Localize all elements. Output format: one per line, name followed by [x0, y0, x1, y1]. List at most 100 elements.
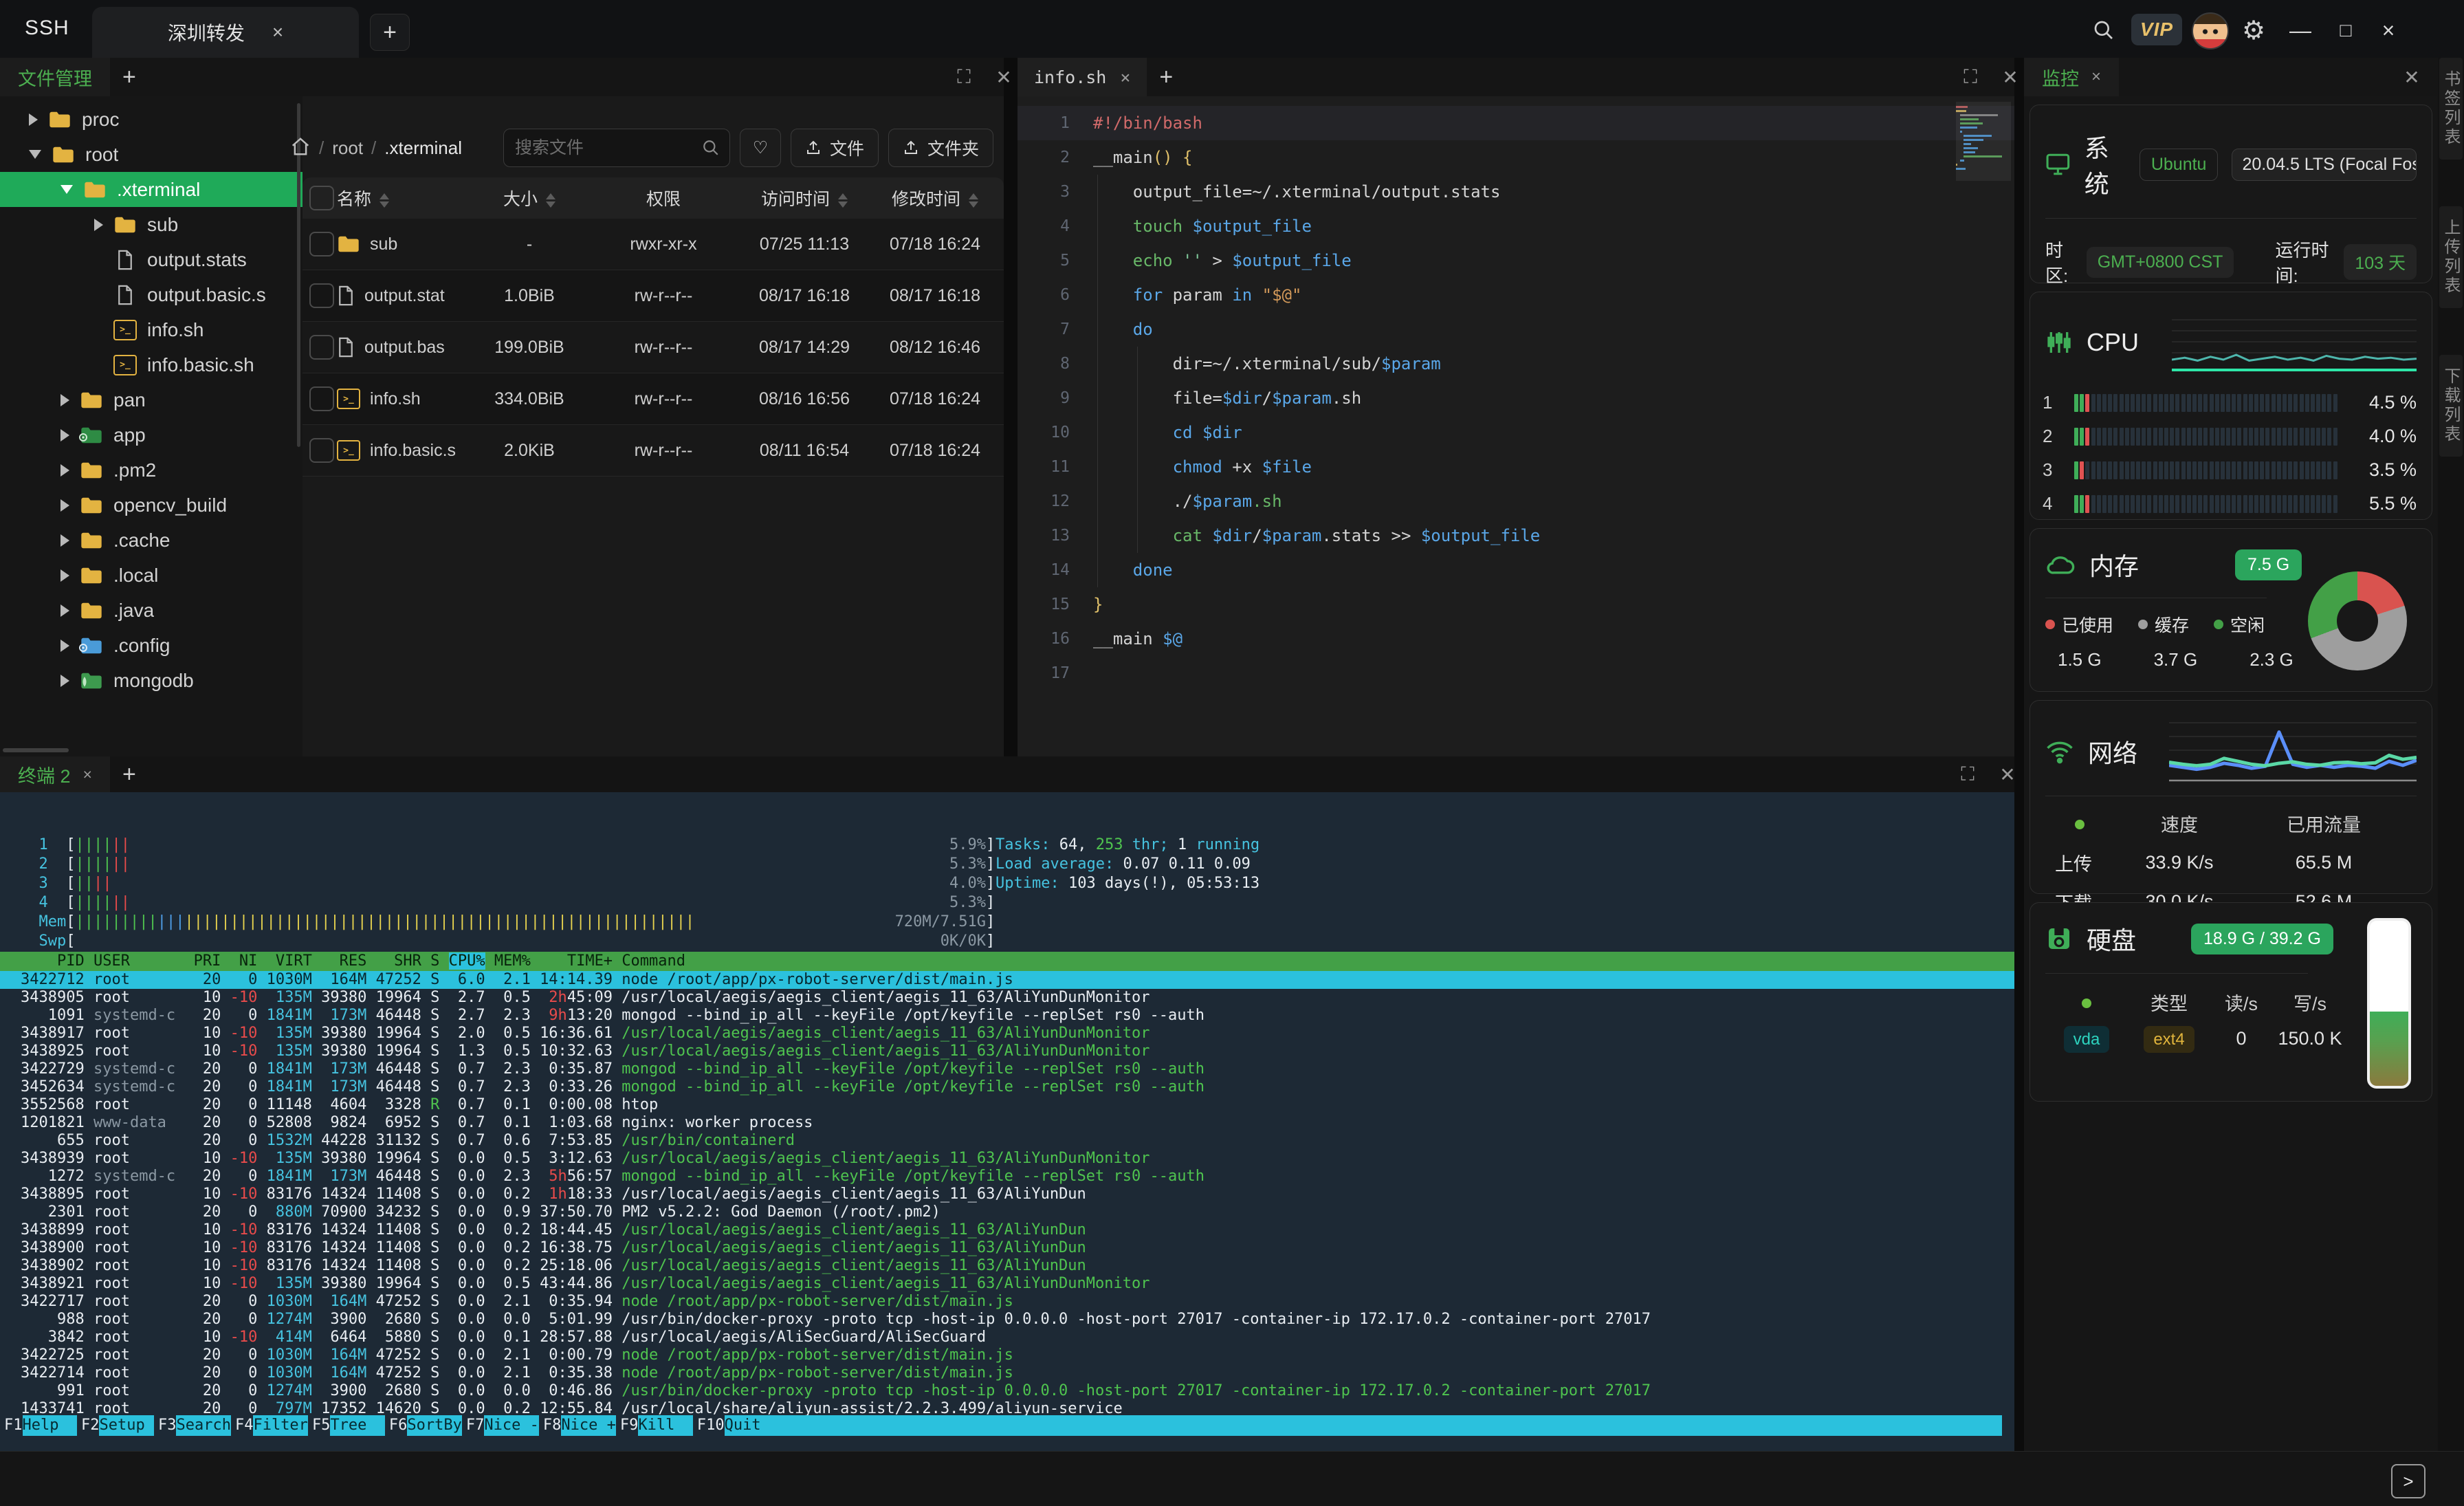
htop-col-user[interactable]: USER [94, 952, 184, 970]
fkey-F9[interactable]: F9 [616, 1415, 639, 1436]
table-row-info.basic.s[interactable]: >_info.basic.s2.0KiBrw-r--r--08/11 16:54… [302, 425, 1004, 477]
fkey-label-F2[interactable]: Setup [99, 1415, 153, 1436]
tree-horizontal-scrollbar[interactable] [3, 748, 69, 752]
tab-bookmark-list[interactable]: 书签列表 [2439, 58, 2463, 160]
htop-col-res[interactable]: RES [321, 952, 366, 970]
tree-item-pan[interactable]: pan [0, 382, 302, 417]
statusbar-expand-button[interactable]: > [2391, 1464, 2426, 1498]
fkey-label-F7[interactable]: Nice - [484, 1415, 538, 1436]
upload-file-button[interactable]: 文件 [791, 129, 879, 167]
tree-item-root[interactable]: root [0, 137, 302, 172]
upload-folder-button[interactable]: 文件夹 [888, 129, 993, 167]
table-row-output.stat[interactable]: output.stat1.0BiBrw-r--r--08/17 16:1808/… [302, 270, 1004, 322]
row-checkbox[interactable] [309, 438, 334, 463]
fkey-label-F5[interactable]: Tree [330, 1415, 384, 1436]
fkey-F2[interactable]: F2 [77, 1415, 100, 1436]
chevron-right-icon[interactable] [60, 429, 69, 441]
code-editor[interactable]: 1#!/bin/bash2__main() {3 output_file=~/.… [1018, 96, 2014, 756]
editor-tab-close-icon[interactable]: × [1120, 67, 1130, 87]
session-tab[interactable]: 深圳转发 × [92, 7, 359, 58]
avatar[interactable] [2192, 12, 2229, 50]
column-atime[interactable]: 访问时间 [742, 186, 866, 210]
htop-col-virt[interactable]: VIRT [267, 952, 312, 970]
chevron-right-icon[interactable] [94, 219, 103, 231]
tree-item-proc[interactable]: proc [0, 102, 302, 137]
terminal-new-tab-button[interactable]: + [110, 761, 148, 788]
fkey-F8[interactable]: F8 [539, 1415, 562, 1436]
htop-col-pri[interactable]: PRI [194, 952, 221, 970]
breadcrumb-current[interactable]: .xterminal [384, 138, 462, 159]
fkey-label-F3[interactable]: Search [176, 1415, 230, 1436]
row-checkbox[interactable] [309, 232, 334, 257]
row-checkbox[interactable] [309, 283, 334, 308]
fkey-F4[interactable]: F4 [231, 1415, 254, 1436]
home-icon[interactable] [290, 136, 311, 160]
tree-item-.pm2[interactable]: .pm2 [0, 452, 302, 488]
editor-minimap[interactable] [1956, 102, 2011, 281]
htop-col-shr[interactable]: SHR [376, 952, 421, 970]
file-manager-new-tab-button[interactable]: + [110, 64, 148, 91]
chevron-down-icon[interactable] [29, 150, 41, 159]
fkey-F6[interactable]: F6 [385, 1415, 408, 1436]
tree-item-.config[interactable]: .config [0, 628, 302, 663]
breadcrumb-root[interactable]: root [332, 138, 363, 159]
tree-item-output.basic.s[interactable]: output.basic.s [0, 277, 302, 312]
row-checkbox[interactable] [309, 386, 334, 411]
fkey-label-F1[interactable]: Help [23, 1415, 77, 1436]
htop-col-time[interactable]: TIME+ [540, 952, 613, 970]
tab-monitor[interactable]: 监控 × [2024, 58, 2119, 96]
file-search-box[interactable] [503, 129, 730, 167]
terminal-expand-icon[interactable]: ⛶ [1957, 763, 1979, 785]
chevron-right-icon[interactable] [60, 604, 69, 617]
tree-item-info.sh[interactable]: >_info.sh [0, 312, 302, 347]
editor-expand-icon[interactable]: ⛶ [1959, 66, 1981, 88]
fkey-F5[interactable]: F5 [308, 1415, 331, 1436]
session-tab-close-icon[interactable]: × [272, 21, 283, 43]
editor-tab-info-sh[interactable]: info.sh × [1018, 58, 1147, 96]
tree-item-sub[interactable]: sub [0, 207, 302, 242]
editor-new-tab-button[interactable]: + [1147, 64, 1185, 91]
htop-col-mem[interactable]: MEM% [494, 952, 531, 970]
gear-icon[interactable]: ⚙ [2240, 17, 2267, 44]
fkey-F3[interactable]: F3 [154, 1415, 177, 1436]
htop-col-cmd[interactable]: Command [622, 952, 685, 970]
terminal-screen[interactable]: 1 [|||||| 5.9%] 2 [|||||| [0, 792, 2014, 1451]
tree-item-info.basic.sh[interactable]: >_info.basic.sh [0, 347, 302, 382]
htop-col-s[interactable]: S [430, 952, 439, 970]
terminal-close-icon[interactable]: ✕ [1996, 763, 2018, 785]
editor-close-icon[interactable]: ✕ [1999, 66, 2021, 88]
fkey-label-F8[interactable]: Nice + [561, 1415, 615, 1436]
column-size[interactable]: 大小 [474, 186, 584, 210]
row-checkbox[interactable] [309, 335, 334, 360]
htop-col-cpu[interactable]: CPU% [449, 952, 485, 970]
chevron-right-icon[interactable] [60, 394, 69, 406]
file-panel-expand-icon[interactable]: ⛶ [953, 66, 975, 88]
tree-item-.java[interactable]: .java [0, 593, 302, 628]
file-panel-close-icon[interactable]: ✕ [993, 66, 1015, 88]
tree-item-output.stats[interactable]: output.stats [0, 242, 302, 277]
vip-badge[interactable]: VIP [2131, 14, 2182, 45]
file-search-input[interactable] [514, 138, 702, 159]
tree-item-.local[interactable]: .local [0, 558, 302, 593]
chevron-down-icon[interactable] [60, 185, 73, 194]
column-name[interactable]: 名称 [337, 186, 474, 210]
tab-terminal-close-icon[interactable]: × [83, 765, 92, 784]
htop-col-ni[interactable]: NI [230, 952, 258, 970]
tab-monitor-close-icon[interactable]: × [2091, 67, 2101, 87]
fkey-F10[interactable]: F10 [693, 1415, 725, 1436]
chevron-right-icon[interactable] [60, 640, 69, 652]
fkey-label-F6[interactable]: SortBy [407, 1415, 461, 1436]
minimize-button[interactable]: — [2285, 15, 2316, 45]
fkey-F7[interactable]: F7 [462, 1415, 485, 1436]
maximize-button[interactable]: □ [2331, 15, 2361, 45]
table-row-sub[interactable]: sub-rwxr-xr-x07/25 11:1307/18 16:24 [302, 219, 1004, 270]
tree-item-mongodb[interactable]: mongodb [0, 663, 302, 698]
chevron-right-icon[interactable] [60, 675, 69, 687]
chevron-right-icon[interactable] [60, 499, 69, 512]
column-mtime[interactable]: 修改时间 [866, 186, 1004, 210]
tab-download-list[interactable]: 下载列表 [2439, 355, 2463, 457]
tree-item-.xterminal[interactable]: .xterminal [0, 172, 302, 207]
monitor-close-icon[interactable]: ✕ [2401, 66, 2423, 88]
tree-item-opencv_build[interactable]: opencv_build [0, 488, 302, 523]
tree-item-.cache[interactable]: .cache [0, 523, 302, 558]
